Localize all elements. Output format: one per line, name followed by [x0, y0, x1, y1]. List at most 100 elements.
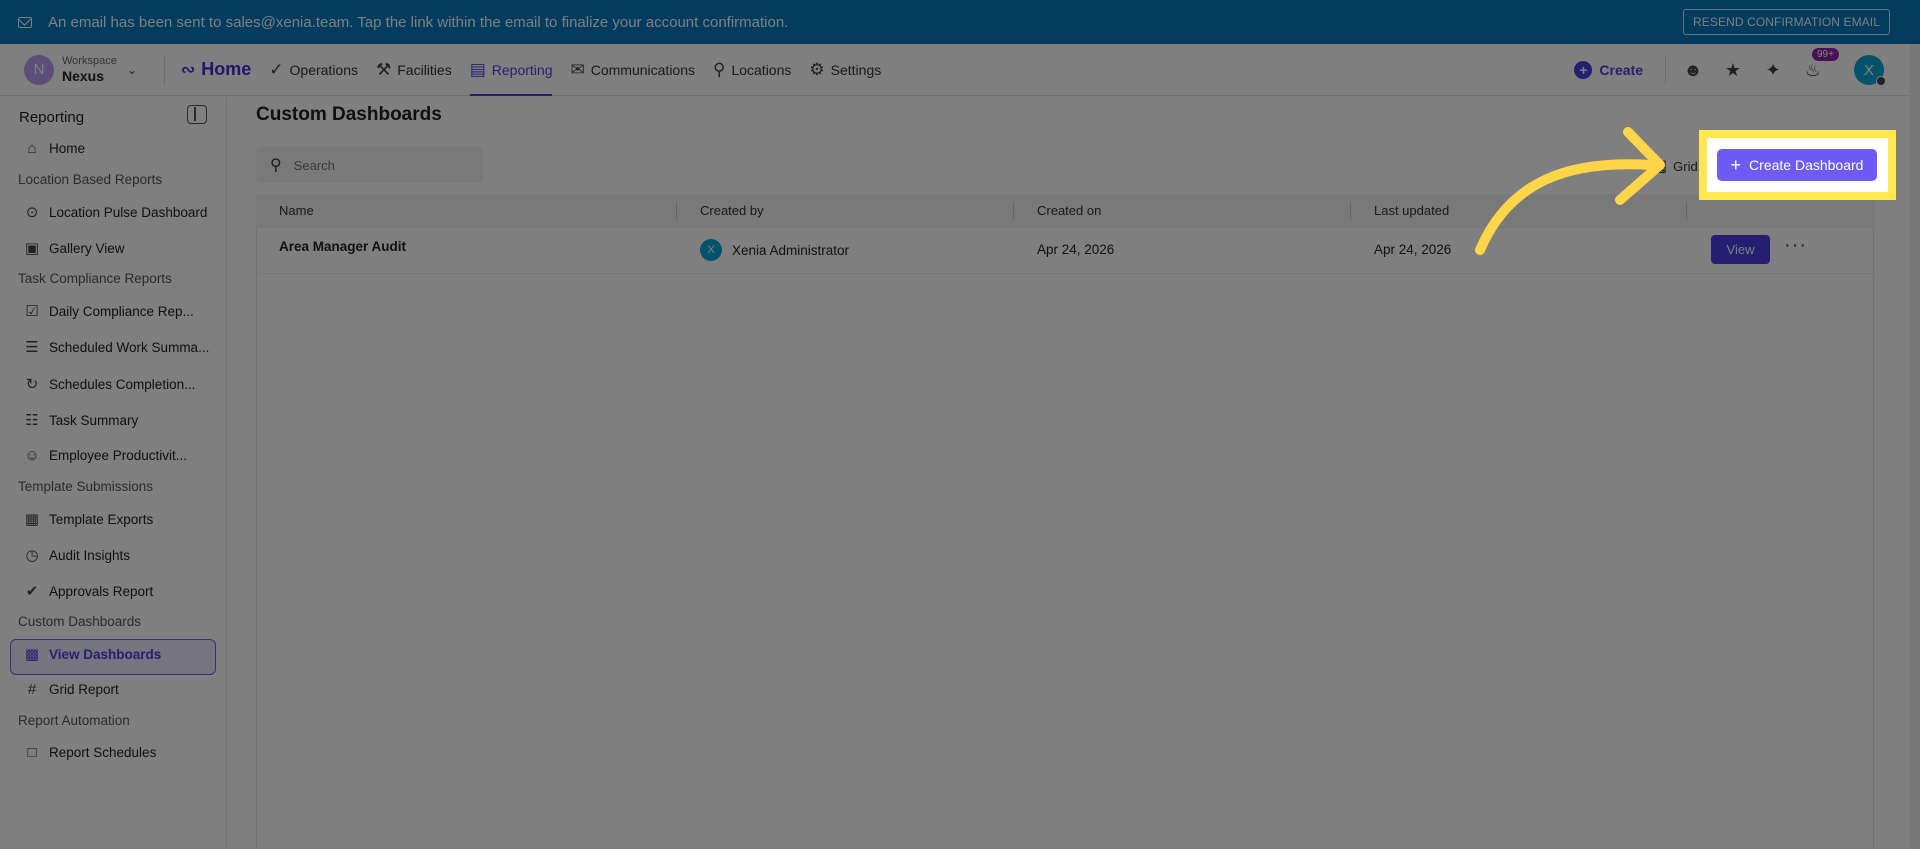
resend-confirmation-button[interactable]: RESEND CONFIRMATION EMAIL	[1683, 9, 1890, 35]
create-dashboard-button[interactable]: + Create Dashboard	[1717, 149, 1877, 181]
nav-communications[interactable]: ✉ Communications	[570, 44, 695, 96]
user-avatar[interactable]: X	[1854, 55, 1886, 86]
banner-message: An email has been sent to sales@xenia.te…	[48, 13, 789, 31]
section-template-submissions: Template Submissions	[18, 479, 154, 494]
users-icon: ☺	[24, 447, 40, 464]
notification-badge: 99+	[1812, 48, 1839, 61]
image-icon: ▣	[24, 240, 40, 257]
sidebar-item-approvals-report[interactable]: ✔ Approvals Report	[22, 582, 154, 600]
column-divider	[1013, 202, 1014, 220]
add-user-icon[interactable]: ☻	[1680, 57, 1706, 83]
chart-board-icon: ▤	[469, 59, 486, 79]
sidebar-item-label: Location Pulse Dashboard	[49, 204, 208, 220]
create-label: Create	[1599, 62, 1643, 78]
mail-icon	[18, 16, 32, 28]
nav-home[interactable]: ∾ Home	[181, 44, 251, 96]
nav-locations[interactable]: ⚲ Locations	[713, 44, 791, 96]
nav-settings[interactable]: ⚙ Settings	[809, 44, 881, 96]
sidebar-item-label: Template Exports	[49, 511, 154, 527]
sliders-icon: ⚙	[809, 59, 825, 79]
nav-locations-label: Locations	[731, 61, 792, 78]
home-icon: ⌂	[27, 140, 37, 157]
column-divider	[1350, 202, 1351, 220]
sidebar-item-label: Gallery View	[49, 240, 125, 256]
sidebar-item-gallery-view[interactable]: ▣ Gallery View	[22, 239, 125, 257]
check-circle-icon: ✔	[25, 583, 39, 600]
sidebar-item-audit-insights[interactable]: ◷ Audit Insights	[22, 546, 130, 564]
column-created-by: Created by	[700, 203, 764, 218]
sidebar-item-label: Approvals Report	[49, 583, 154, 599]
tools-icon: ⚒	[376, 59, 392, 79]
sidebar-item-employee-productivity[interactable]: ☺ Employee Productivit...	[22, 447, 187, 464]
dashboard-icon: ▩	[24, 646, 40, 663]
search-input[interactable]	[293, 157, 454, 173]
nav-operations-label: Operations	[289, 61, 358, 78]
hash-grid-icon: #	[27, 681, 37, 698]
workspace-switcher[interactable]: N Workspace Nexus ⌄	[24, 54, 152, 85]
sidebar-item-template-exports[interactable]: ▦ Template Exports	[22, 510, 153, 528]
sidebar-item-home[interactable]: ⌂ Home	[22, 140, 85, 157]
create-button[interactable]: + Create	[1574, 61, 1643, 79]
gauge-icon: ◷	[25, 547, 39, 564]
creator-name: Xenia Administrator	[732, 242, 850, 258]
section-custom-dashboards: Custom Dashboards	[18, 614, 142, 629]
broadcast-icon: ⊙	[25, 204, 39, 221]
created-by-cell: X Xenia Administrator	[700, 239, 849, 261]
sidebar-item-scheduled-work[interactable]: ☰ Scheduled Work Summa...	[22, 338, 209, 356]
telescope-icon[interactable]: ★	[1720, 57, 1746, 83]
sidebar-item-grid-report[interactable]: # Grid Report	[22, 681, 119, 698]
sidebar-item-report-schedules[interactable]: □ Report Schedules	[22, 744, 156, 761]
nav-reporting-label: Reporting	[491, 61, 553, 78]
table-icon: ▦	[24, 511, 40, 528]
nav-operations[interactable]: ✓ Operations	[269, 44, 358, 96]
search-icon: ⚲	[270, 157, 282, 174]
chevron-down-icon: ⌄	[126, 62, 137, 77]
chat-icon: ✉	[570, 59, 585, 79]
create-dashboard-label: Create Dashboard	[1749, 157, 1864, 173]
section-location-based: Location Based Reports	[18, 172, 163, 187]
sidebar-title: Reporting	[19, 109, 85, 126]
notifications-bell-icon[interactable]: ♨ 99+	[1800, 48, 1839, 83]
sidebar-item-label: View Dashboards	[49, 646, 162, 662]
page-title: Custom Dashboards	[256, 104, 442, 125]
sidebar-item-label: Audit Insights	[49, 547, 131, 563]
document-icon: ☷	[25, 412, 39, 429]
sidebar-item-view-dashboards[interactable]: ▩ View Dashboards	[22, 645, 161, 663]
creator-avatar: X	[700, 239, 722, 261]
check-circle-icon: ✓	[269, 59, 284, 79]
list-icon: ☰	[25, 339, 39, 356]
view-button[interactable]: View	[1711, 235, 1770, 264]
nav-communications-label: Communications	[590, 61, 695, 78]
dashboard-name[interactable]: Area Manager Audit	[279, 239, 406, 254]
column-name: Name	[279, 203, 314, 218]
column-created-on: Created on	[1037, 203, 1102, 218]
reporting-sidebar: Reporting ⌂ Home Location Based Reports ⊙…	[0, 97, 227, 849]
sidebar-item-daily-compliance[interactable]: ☑ Daily Compliance Rep...	[22, 302, 194, 320]
workspace-label: Workspace	[62, 55, 117, 68]
last-updated-cell: Apr 24, 2026	[1374, 242, 1452, 257]
sidebar-item-location-pulse[interactable]: ⊙ Location Pulse Dashboard	[22, 203, 208, 221]
created-on-cell: Apr 24, 2026	[1037, 242, 1115, 257]
sidebar-item-task-summary[interactable]: ☷ Task Summary	[22, 411, 138, 429]
pointer-arrow-icon	[1475, 127, 1665, 255]
sidebar-item-label: Report Schedules	[49, 745, 157, 760]
sidebar-item-label: Daily Compliance Rep...	[49, 303, 194, 319]
section-task-compliance: Task Compliance Reports	[18, 271, 172, 286]
puzzle-icon[interactable]: ✦	[1760, 57, 1786, 83]
sidebar-item-label: Home	[49, 141, 86, 156]
section-report-automation: Report Automation	[18, 713, 130, 728]
nav-divider	[164, 54, 165, 85]
search-box[interactable]: ⚲	[256, 147, 483, 183]
sidebar-item-label: Scheduled Work Summa...	[49, 339, 210, 355]
nav-reporting[interactable]: ▤ Reporting	[469, 44, 553, 96]
column-divider	[676, 202, 677, 220]
nav-home-label: Home	[201, 59, 252, 79]
home-logo-icon: ∾	[181, 59, 196, 79]
plus-icon: +	[1730, 154, 1742, 175]
nav-facilities[interactable]: ⚒ Facilities	[376, 44, 452, 96]
collapse-sidebar-icon[interactable]	[187, 105, 207, 124]
more-options-icon[interactable]: ···	[1784, 234, 1807, 257]
sidebar-item-schedules-completion[interactable]: ↻ Schedules Completion...	[22, 375, 196, 393]
nav-settings-label: Settings	[830, 61, 882, 78]
page-scrollbar[interactable]	[1910, 44, 1920, 849]
